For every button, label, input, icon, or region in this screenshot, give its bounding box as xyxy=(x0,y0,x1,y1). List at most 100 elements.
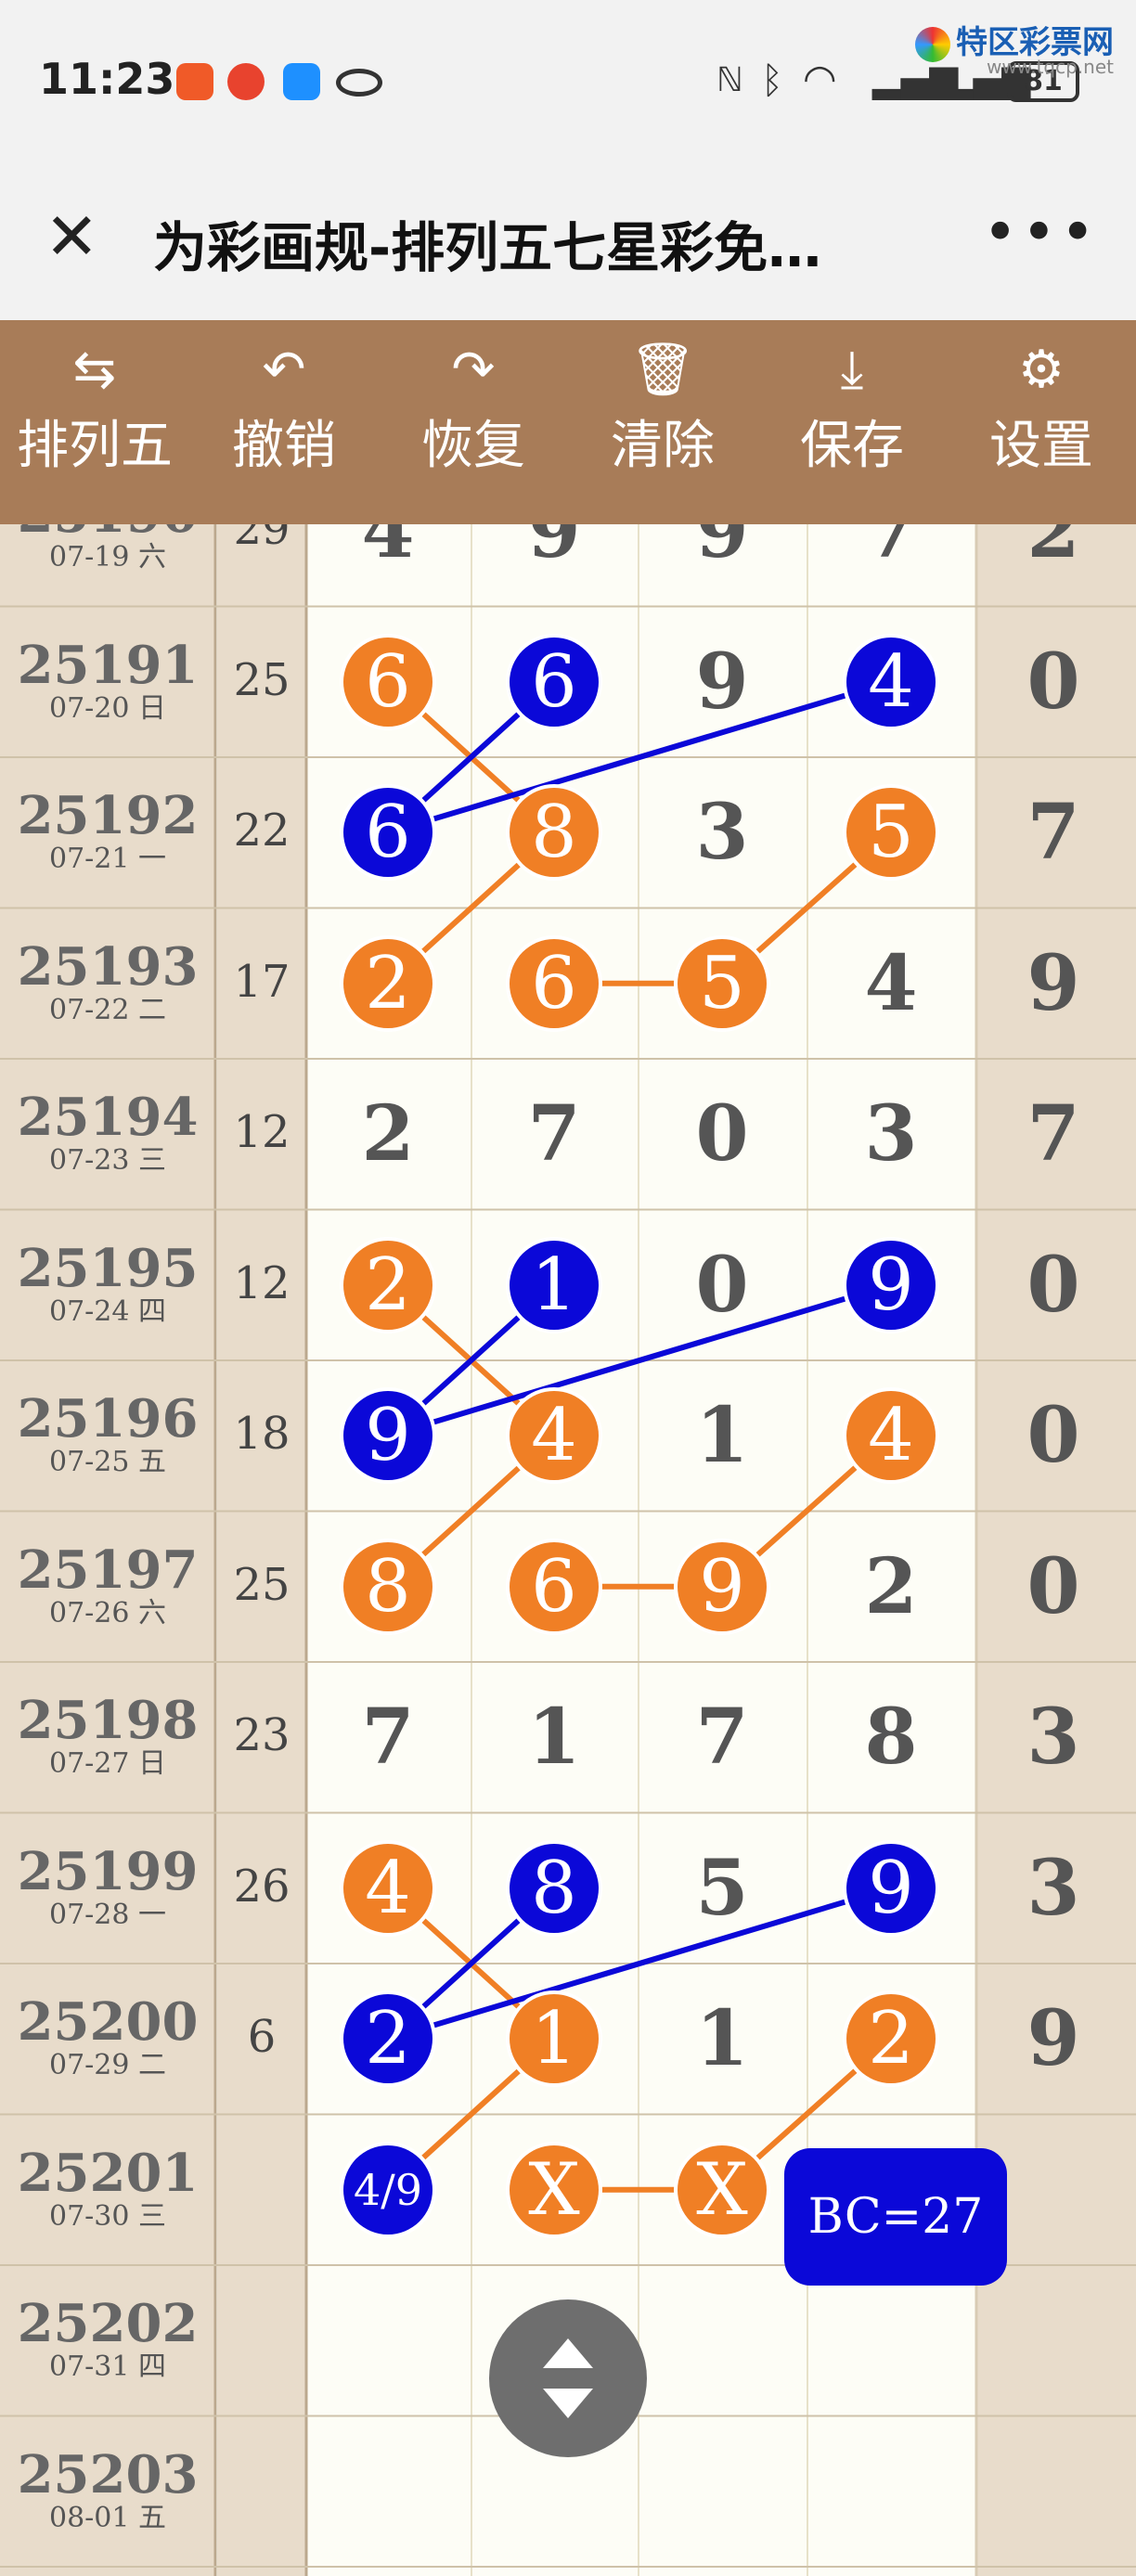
toolbar-button-clear[interactable]: 🗑 清除 xyxy=(568,320,757,524)
digit-cell[interactable]: 0 xyxy=(1007,636,1100,728)
trash-icon: 🗑 xyxy=(629,340,696,400)
orange-ball[interactable]: 8 xyxy=(343,1541,432,1631)
more-menu-button[interactable]: ••• xyxy=(983,199,1099,267)
toolbar-button-lottery-type[interactable]: ⇆ 排列五 xyxy=(0,320,189,524)
digit-cell[interactable]: 1 xyxy=(508,1691,600,1784)
orange-ball[interactable]: 6 xyxy=(510,938,599,1028)
sum-value: 25 xyxy=(233,653,290,706)
digit-cell[interactable]: 0 xyxy=(1007,1389,1100,1482)
orange-ball[interactable]: 6 xyxy=(343,637,432,727)
digit-cell[interactable]: 3 xyxy=(1007,1842,1100,1935)
title-bar: ✕ 为彩画规-排列五七星彩免… ••• xyxy=(0,167,1136,320)
digit-cell[interactable]: 7 xyxy=(1007,786,1100,879)
orange-ball[interactable]: 5 xyxy=(846,788,936,878)
digit-cell[interactable]: 3 xyxy=(845,1088,937,1180)
digit-cell[interactable]: 4 xyxy=(845,937,937,1030)
issue-label: 25199 07-28 一 xyxy=(0,1844,215,1931)
issue-date: 07-30 三 xyxy=(48,2199,167,2233)
digit-cell[interactable]: 9 xyxy=(676,636,768,728)
digit-cell[interactable]: 2 xyxy=(1007,524,1100,577)
wifi-icon: ◠ xyxy=(803,56,837,101)
orange-ball[interactable]: 4 xyxy=(343,1843,432,1933)
digit-cell[interactable]: 7 xyxy=(342,1691,434,1784)
download-icon: ⤓ xyxy=(840,340,864,400)
digit-cell[interactable]: 8 xyxy=(845,1691,937,1784)
blue-ball[interactable]: 6 xyxy=(343,788,432,878)
orange-ball[interactable]: X xyxy=(510,2145,599,2235)
blue-ball[interactable]: 2 xyxy=(343,1994,432,2084)
issue-label: 25191 07-20 日 xyxy=(0,638,215,725)
digit-cell[interactable]: 2 xyxy=(845,1540,937,1633)
bc-badge: BC=27 xyxy=(784,2148,1007,2286)
digit-cell[interactable]: 3 xyxy=(1007,1691,1100,1784)
issue-number: 25202 xyxy=(17,2293,199,2355)
orange-ball[interactable]: 9 xyxy=(678,1541,767,1631)
digit-cell[interactable]: 3 xyxy=(676,786,768,879)
digit-cell[interactable]: 1 xyxy=(676,1992,768,2085)
sum-value: 22 xyxy=(233,805,290,857)
digit-cell[interactable]: 7 xyxy=(1007,1088,1100,1180)
scroll-toggle-button[interactable] xyxy=(489,2299,647,2457)
issue-label: 25196 07-25 五 xyxy=(0,1391,215,1478)
issue-number: 25192 xyxy=(17,785,199,847)
toolbar-label: 设置 xyxy=(989,416,1093,476)
blue-ball[interactable]: 1 xyxy=(510,1240,599,1330)
digit-cell[interactable]: 1 xyxy=(676,1389,768,1482)
orange-ball[interactable]: 2 xyxy=(846,1994,936,2084)
sum-value: 25 xyxy=(233,1558,290,1611)
orange-ball[interactable]: 5 xyxy=(678,938,767,1028)
issue-label: 25197 07-26 六 xyxy=(0,1542,215,1629)
toolbar-button-settings[interactable]: ⚙ 设置 xyxy=(947,320,1136,524)
digit-cell[interactable]: 7 xyxy=(676,1691,768,1784)
watermark: 特区彩票网 www.tqcp.net xyxy=(915,17,1114,78)
toolbar-button-save[interactable]: ⤓ 保存 xyxy=(757,320,947,524)
issue-date: 08-01 五 xyxy=(48,2501,167,2534)
digit-cell[interactable]: 7 xyxy=(508,1088,600,1180)
toolbar-button-undo[interactable]: ↶ 撤销 xyxy=(189,320,379,524)
issue-date: 07-22 二 xyxy=(48,993,167,1026)
issue-number: 25196 xyxy=(17,1388,199,1450)
digit-cell[interactable]: 9 xyxy=(508,524,600,577)
digit-cell[interactable]: 9 xyxy=(1007,937,1100,1030)
issue-date: 07-23 三 xyxy=(48,1144,167,1178)
digit-cell[interactable]: 9 xyxy=(1007,1992,1100,2085)
orange-ball[interactable]: 2 xyxy=(343,1240,432,1330)
orange-ball[interactable]: 4 xyxy=(510,1391,599,1481)
digit-cell[interactable]: 9 xyxy=(676,524,768,577)
blue-ball[interactable]: 4/9 xyxy=(343,2145,432,2235)
issue-label: 25202 07-31 四 xyxy=(0,2296,215,2383)
blue-ball[interactable]: 9 xyxy=(846,1843,936,1933)
digit-cell[interactable]: 0 xyxy=(1007,1540,1100,1633)
orange-ball[interactable]: 8 xyxy=(510,788,599,878)
digit-cell[interactable]: 4 xyxy=(342,524,434,577)
issue-date: 07-20 日 xyxy=(48,691,167,725)
blue-ball[interactable]: 4 xyxy=(846,637,936,727)
eye-icon xyxy=(336,69,382,97)
undo-icon: ↶ xyxy=(262,340,306,400)
orange-ball[interactable]: 2 xyxy=(343,938,432,1028)
toolbar-button-redo[interactable]: ↷ 恢复 xyxy=(379,320,568,524)
digit-cell[interactable]: 0 xyxy=(676,1239,768,1332)
orange-ball[interactable]: X xyxy=(678,2145,767,2235)
orange-ball[interactable]: 1 xyxy=(510,1994,599,2084)
blue-ball[interactable]: 6 xyxy=(510,637,599,727)
blue-ball[interactable]: 9 xyxy=(846,1240,936,1330)
digit-cell[interactable]: 7 xyxy=(845,524,937,577)
digit-cell[interactable]: 0 xyxy=(676,1088,768,1180)
watermark-url: www.tqcp.net xyxy=(986,56,1114,78)
digit-cell[interactable]: 0 xyxy=(1007,1239,1100,1332)
orange-ball[interactable]: 6 xyxy=(510,1541,599,1631)
issue-date: 07-31 四 xyxy=(48,2351,167,2384)
digit-cell[interactable]: 5 xyxy=(676,1842,768,1935)
app-icon-red xyxy=(176,63,213,100)
issue-date: 07-19 六 xyxy=(48,541,167,574)
toolbar-label: 撤销 xyxy=(232,416,336,476)
orange-ball[interactable]: 4 xyxy=(846,1391,936,1481)
draw-grid[interactable]: 2519007-19 六29499722519107-20 日256694025… xyxy=(0,524,1136,2576)
blue-ball[interactable]: 8 xyxy=(510,1843,599,1933)
blue-ball[interactable]: 9 xyxy=(343,1391,432,1481)
issue-number: 25198 xyxy=(17,1690,199,1752)
digit-cell[interactable]: 2 xyxy=(342,1088,434,1180)
close-button[interactable]: ✕ xyxy=(45,204,99,269)
toolbar-label: 排列五 xyxy=(17,416,173,476)
